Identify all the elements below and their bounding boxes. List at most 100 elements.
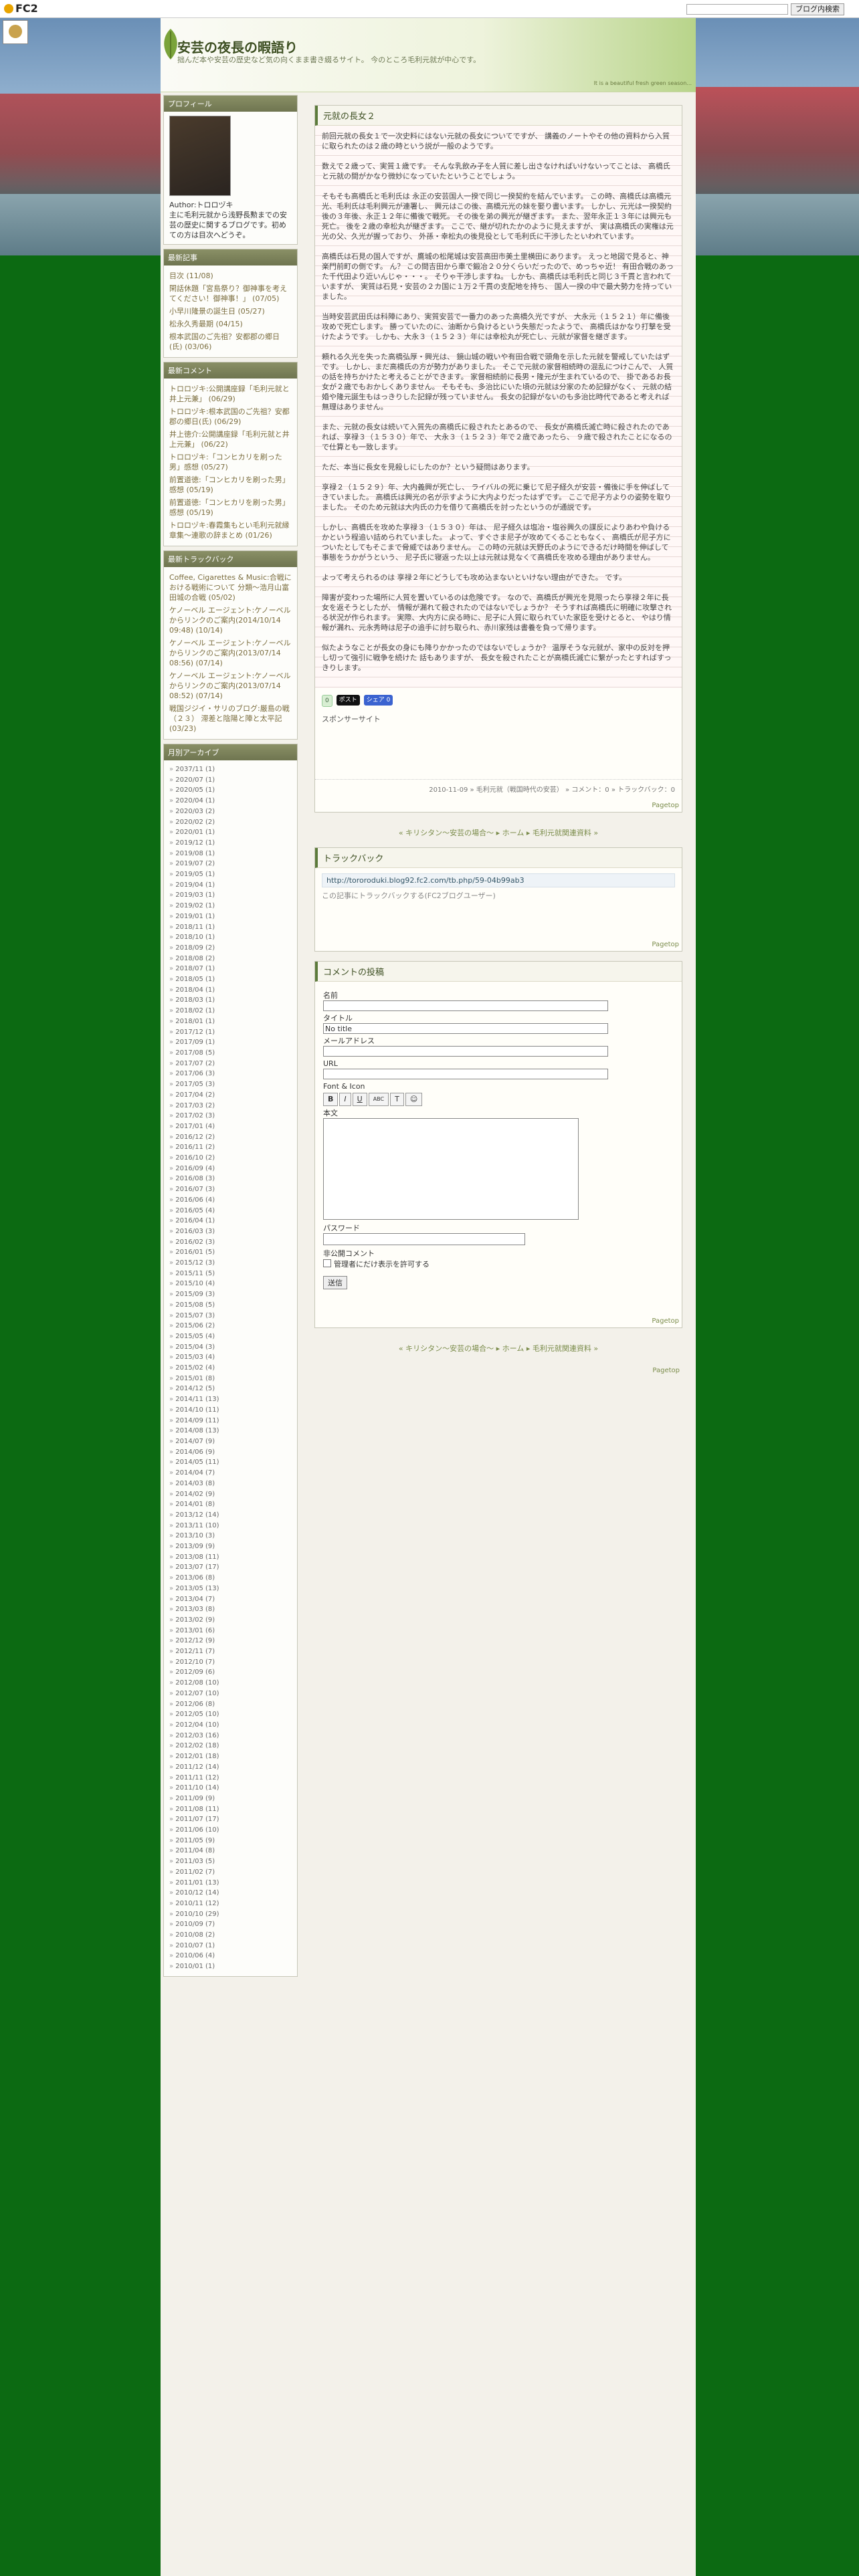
home-link[interactable]: ホーム bbox=[502, 1344, 524, 1353]
archive-item[interactable]: 2011/08 (11) bbox=[169, 1804, 292, 1815]
archive-item[interactable]: 2013/08 (11) bbox=[169, 1552, 292, 1563]
archive-item[interactable]: 2014/11 (13) bbox=[169, 1394, 292, 1405]
archive-item[interactable]: 2011/05 (9) bbox=[169, 1836, 292, 1846]
home-link[interactable]: ホーム bbox=[502, 829, 524, 837]
archive-item[interactable]: 2013/02 (9) bbox=[169, 1615, 292, 1626]
archive-item[interactable]: 2016/06 (4) bbox=[169, 1195, 292, 1206]
list-item[interactable]: Coffee, Cigarettes & Music:合戦における戦術について … bbox=[169, 571, 292, 604]
prev-entry-link[interactable]: « キリシタン〜安芸の場合〜 bbox=[399, 829, 494, 837]
archive-item[interactable]: 2014/02 (9) bbox=[169, 1489, 292, 1500]
archive-item[interactable]: 2017/01 (4) bbox=[169, 1121, 292, 1132]
archive-item[interactable]: 2012/08 (10) bbox=[169, 1678, 292, 1689]
archive-item[interactable]: 2037/11 (1) bbox=[169, 764, 292, 775]
archive-item[interactable]: 2012/10 (7) bbox=[169, 1657, 292, 1668]
archive-item[interactable]: 2010/11 (12) bbox=[169, 1899, 292, 1909]
archive-item[interactable]: 2016/02 (3) bbox=[169, 1237, 292, 1248]
archive-item[interactable]: 2017/02 (3) bbox=[169, 1111, 292, 1121]
archive-item[interactable]: 2017/05 (3) bbox=[169, 1079, 292, 1090]
archive-item[interactable]: 2013/10 (3) bbox=[169, 1531, 292, 1541]
archive-item[interactable]: 2019/01 (1) bbox=[169, 911, 292, 922]
archive-item[interactable]: 2011/03 (5) bbox=[169, 1856, 292, 1867]
archive-item[interactable]: 2020/03 (2) bbox=[169, 807, 292, 817]
archive-item[interactable]: 2019/08 (1) bbox=[169, 849, 292, 859]
archive-item[interactable]: 2013/06 (8) bbox=[169, 1573, 292, 1584]
archive-item[interactable]: 2015/05 (4) bbox=[169, 1331, 292, 1342]
archive-item[interactable]: 2012/11 (7) bbox=[169, 1646, 292, 1657]
archive-item[interactable]: 2018/08 (2) bbox=[169, 954, 292, 964]
font-size-button[interactable]: T bbox=[390, 1093, 404, 1106]
list-item[interactable]: 目次 (11/08) bbox=[169, 270, 292, 282]
archive-item[interactable]: 2012/12 (9) bbox=[169, 1636, 292, 1646]
private-option[interactable]: 管理者にだけ表示を許可する bbox=[323, 1259, 674, 1269]
archive-item[interactable]: 2019/02 (1) bbox=[169, 901, 292, 911]
pagetop-link[interactable]: Pagetop bbox=[315, 937, 682, 951]
archive-item[interactable]: 2011/09 (9) bbox=[169, 1794, 292, 1804]
email-field[interactable] bbox=[323, 1046, 608, 1057]
archive-item[interactable]: 2015/12 (3) bbox=[169, 1258, 292, 1269]
archive-item[interactable]: 2017/04 (2) bbox=[169, 1090, 292, 1101]
like-button[interactable]: 0 bbox=[322, 695, 332, 707]
blog-search-input[interactable] bbox=[686, 4, 788, 15]
archive-item[interactable]: 2015/09 (3) bbox=[169, 1289, 292, 1300]
archive-item[interactable]: 2017/06 (3) bbox=[169, 1069, 292, 1079]
list-item[interactable]: ケノーベル エージェント:ケノーベルからリンクのご案内(2014/10/14 0… bbox=[169, 604, 292, 637]
archive-item[interactable]: 2018/07 (1) bbox=[169, 964, 292, 974]
comment-body-textarea[interactable] bbox=[323, 1118, 579, 1220]
archive-item[interactable]: 2010/06 (4) bbox=[169, 1951, 292, 1961]
archive-item[interactable]: 2017/09 (1) bbox=[169, 1037, 292, 1048]
archive-item[interactable]: 2014/09 (11) bbox=[169, 1416, 292, 1426]
list-item[interactable]: トロロヅキ:公開講座録「毛利元就と井上元兼」 (06/29) bbox=[169, 383, 292, 405]
bold-button[interactable]: B bbox=[323, 1093, 339, 1106]
archive-item[interactable]: 2016/05 (4) bbox=[169, 1206, 292, 1216]
archive-item[interactable]: 2015/03 (4) bbox=[169, 1352, 292, 1363]
list-item[interactable]: 前置道徳:「コンヒカリを刷った男」感想 (05/19) bbox=[169, 496, 292, 519]
archive-item[interactable]: 2016/01 (5) bbox=[169, 1247, 292, 1258]
archive-item[interactable]: 2018/11 (1) bbox=[169, 922, 292, 933]
list-item[interactable]: トロロヅキ:「コンヒカリを刷った男」感想 (05/27) bbox=[169, 451, 292, 473]
archive-item[interactable]: 2020/05 (1) bbox=[169, 785, 292, 796]
archive-item[interactable]: 2013/04 (7) bbox=[169, 1594, 292, 1605]
archive-item[interactable]: 2015/04 (3) bbox=[169, 1342, 292, 1353]
archive-item[interactable]: 2017/08 (5) bbox=[169, 1048, 292, 1059]
archive-item[interactable]: 2012/03 (16) bbox=[169, 1731, 292, 1741]
archive-item[interactable]: 2013/11 (10) bbox=[169, 1521, 292, 1531]
facebook-share-button[interactable]: シェア 0 bbox=[363, 695, 393, 706]
archive-item[interactable]: 2011/10 (14) bbox=[169, 1783, 292, 1794]
archive-item[interactable]: 2016/12 (2) bbox=[169, 1132, 292, 1143]
archive-item[interactable]: 2016/03 (3) bbox=[169, 1226, 292, 1237]
archive-item[interactable]: 2020/07 (1) bbox=[169, 775, 292, 786]
archive-item[interactable]: 2010/09 (7) bbox=[169, 1919, 292, 1930]
archive-item[interactable]: 2011/02 (7) bbox=[169, 1867, 292, 1878]
archive-item[interactable]: 2010/07 (1) bbox=[169, 1941, 292, 1951]
title-field[interactable]: No title bbox=[323, 1023, 608, 1034]
archive-item[interactable]: 2016/10 (2) bbox=[169, 1153, 292, 1164]
archive-item[interactable]: 2012/06 (8) bbox=[169, 1699, 292, 1710]
archive-item[interactable]: 2015/10 (4) bbox=[169, 1279, 292, 1289]
archive-item[interactable]: 2018/03 (1) bbox=[169, 995, 292, 1006]
url-field[interactable] bbox=[323, 1069, 608, 1079]
archive-item[interactable]: 2019/03 (1) bbox=[169, 890, 292, 901]
archive-item[interactable]: 2011/12 (14) bbox=[169, 1762, 292, 1773]
next-entry-link[interactable]: 毛利元就関連資料 » bbox=[533, 1344, 598, 1353]
archive-item[interactable]: 2012/01 (18) bbox=[169, 1751, 292, 1762]
archive-item[interactable]: 2014/12 (5) bbox=[169, 1384, 292, 1394]
archive-item[interactable]: 2012/05 (10) bbox=[169, 1709, 292, 1720]
tweet-button[interactable]: ポスト bbox=[336, 695, 360, 706]
italic-button[interactable]: I bbox=[339, 1093, 351, 1106]
archive-item[interactable]: 2012/04 (10) bbox=[169, 1720, 292, 1731]
archive-item[interactable]: 2013/12 (14) bbox=[169, 1510, 292, 1521]
entry-footer[interactable]: 2010-11-09 » 毛利元就（戦国時代の安芸） » コメント：0 » トラ… bbox=[315, 779, 682, 798]
archive-item[interactable]: 2020/01 (1) bbox=[169, 827, 292, 838]
archive-item[interactable]: 2014/01 (8) bbox=[169, 1499, 292, 1510]
archive-item[interactable]: 2016/09 (4) bbox=[169, 1164, 292, 1174]
trackback-url[interactable]: http://tororoduki.blog92.fc2.com/tb.php/… bbox=[322, 873, 675, 887]
archive-item[interactable]: 2015/01 (8) bbox=[169, 1374, 292, 1384]
list-item[interactable]: 松永久秀最期 (04/15) bbox=[169, 318, 292, 330]
prev-entry-link[interactable]: « キリシタン〜安芸の場合〜 bbox=[399, 1344, 494, 1353]
archive-item[interactable]: 2018/10 (1) bbox=[169, 932, 292, 943]
strike-button[interactable]: ABC bbox=[368, 1093, 389, 1106]
archive-item[interactable]: 2015/02 (4) bbox=[169, 1363, 292, 1374]
archive-item[interactable]: 2013/09 (9) bbox=[169, 1541, 292, 1552]
archive-item[interactable]: 2015/11 (5) bbox=[169, 1269, 292, 1279]
archive-item[interactable]: 2012/09 (6) bbox=[169, 1667, 292, 1678]
